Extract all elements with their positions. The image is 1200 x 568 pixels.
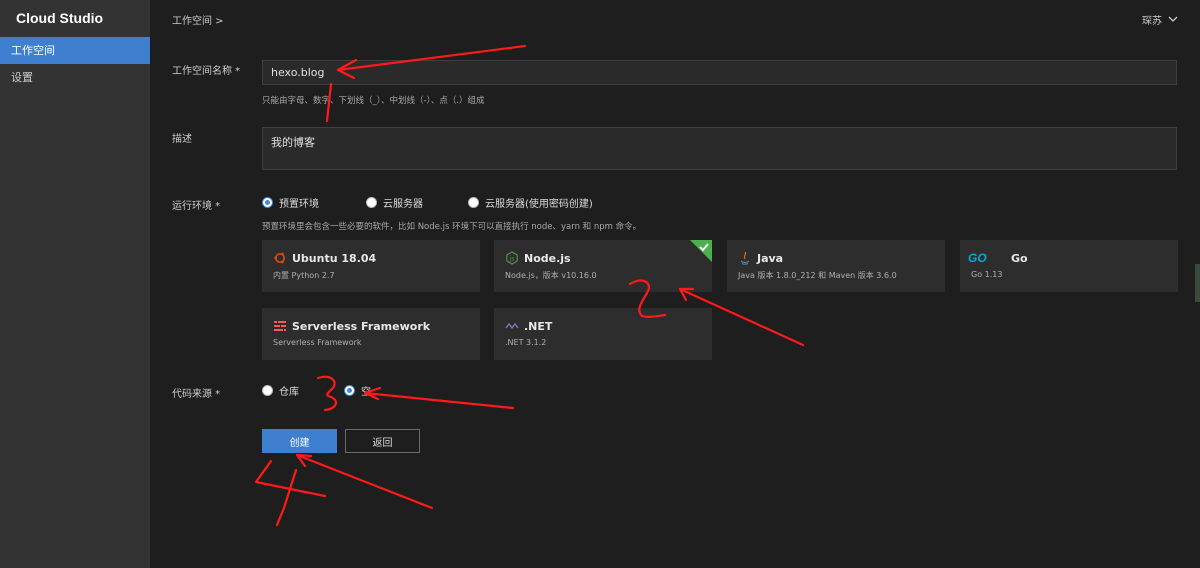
env-option-cloud-server-label: 云服务器 xyxy=(383,199,423,210)
env-card-serverless[interactable]: Serverless Framework Serverless Framewor… xyxy=(262,308,480,360)
radio-icon[interactable] xyxy=(468,197,479,208)
source-option-repo[interactable]: 仓库 xyxy=(262,383,299,398)
radio-icon[interactable] xyxy=(262,385,273,396)
scrollbar[interactable] xyxy=(1195,264,1200,302)
card-subtitle: Go 1.13 xyxy=(971,270,1003,279)
env-option-cloud-server[interactable]: 云服务器 xyxy=(366,195,423,210)
env-card-go[interactable]: GO Go Go 1.13 xyxy=(960,240,1178,292)
brand-logo: Cloud Studio xyxy=(16,10,104,26)
workspace-name-label: 工作空间名称 * xyxy=(172,66,241,77)
card-subtitle: Node.js，版本 v10.16.0 xyxy=(505,271,597,280)
env-option-cloud-server-password[interactable]: 云服务器(使用密码创建) xyxy=(468,195,593,210)
card-title: Node.js xyxy=(524,252,571,265)
workspace-name-input[interactable]: hexo.blog xyxy=(262,60,1177,85)
card-subtitle: Java 版本 1.8.0_212 和 Maven 版本 3.6.0 xyxy=(738,271,897,280)
card-subtitle: Serverless Framework xyxy=(273,338,362,347)
source-label: 代码来源 * xyxy=(172,389,221,400)
env-option-cloud-server-password-label: 云服务器(使用密码创建) xyxy=(485,199,593,210)
nodejs-icon: js xyxy=(506,251,518,265)
card-title: .NET xyxy=(524,320,553,333)
card-subtitle: .NET 3.1.2 xyxy=(505,338,547,347)
go-icon: GO xyxy=(968,251,987,265)
source-option-empty-label: 空 xyxy=(361,387,371,398)
svg-text:js: js xyxy=(509,256,515,263)
create-button[interactable]: 创建 xyxy=(262,429,337,453)
user-menu[interactable]: 琛苏 xyxy=(1142,12,1178,27)
description-input[interactable]: 我的博客 xyxy=(262,127,1177,170)
source-option-empty[interactable]: 空 xyxy=(344,383,371,398)
env-hint: 预置环境里会包含一些必要的软件，比如 Node.js 环境下可以直接执行 nod… xyxy=(262,222,642,232)
radio-icon[interactable] xyxy=(366,197,377,208)
env-option-preset-label: 预置环境 xyxy=(279,199,319,210)
radio-checked-icon[interactable] xyxy=(262,197,273,208)
env-card-ubuntu[interactable]: Ubuntu 18.04 内置 Python 2.7 xyxy=(262,240,480,292)
card-title: Java xyxy=(757,252,784,265)
card-title: Serverless Framework xyxy=(292,320,431,333)
sidebar-item-workspace[interactable]: 工作空间 xyxy=(0,37,150,64)
selected-check-icon xyxy=(690,240,712,262)
chevron-down-icon xyxy=(1168,16,1178,22)
card-title: Go xyxy=(1011,252,1028,265)
back-button[interactable]: 返回 xyxy=(345,429,420,453)
card-title: Ubuntu 18.04 xyxy=(292,252,377,265)
card-subtitle: 内置 Python 2.7 xyxy=(273,271,335,280)
main-content: 工作空间 > 琛苏 工作空间名称 * hexo.blog 只能由字母、数字、下划… xyxy=(150,0,1200,568)
env-card-java[interactable]: Java Java 版本 1.8.0_212 和 Maven 版本 3.6.0 xyxy=(727,240,945,292)
env-card-dotnet[interactable]: .NET .NET 3.1.2 xyxy=(494,308,712,360)
workspace-name-hint: 只能由字母、数字、下划线（_）、中划线（-）、点（.）组成 xyxy=(262,96,485,106)
env-option-preset[interactable]: 预置环境 xyxy=(262,195,319,210)
java-icon xyxy=(740,251,750,265)
dotnet-icon xyxy=(505,322,519,330)
source-option-repo-label: 仓库 xyxy=(279,387,299,398)
user-name: 琛苏 xyxy=(1142,16,1162,27)
serverless-icon xyxy=(274,321,286,331)
radio-checked-icon[interactable] xyxy=(344,385,355,396)
sidebar: Cloud Studio 工作空间 设置 xyxy=(0,0,150,568)
description-label: 描述 xyxy=(172,134,192,145)
env-card-nodejs[interactable]: js Node.js Node.js，版本 v10.16.0 xyxy=(494,240,712,292)
breadcrumb[interactable]: 工作空间 > xyxy=(172,12,224,27)
sidebar-item-settings[interactable]: 设置 xyxy=(0,64,150,91)
env-label: 运行环境 * xyxy=(172,201,221,212)
ubuntu-icon xyxy=(274,252,285,264)
